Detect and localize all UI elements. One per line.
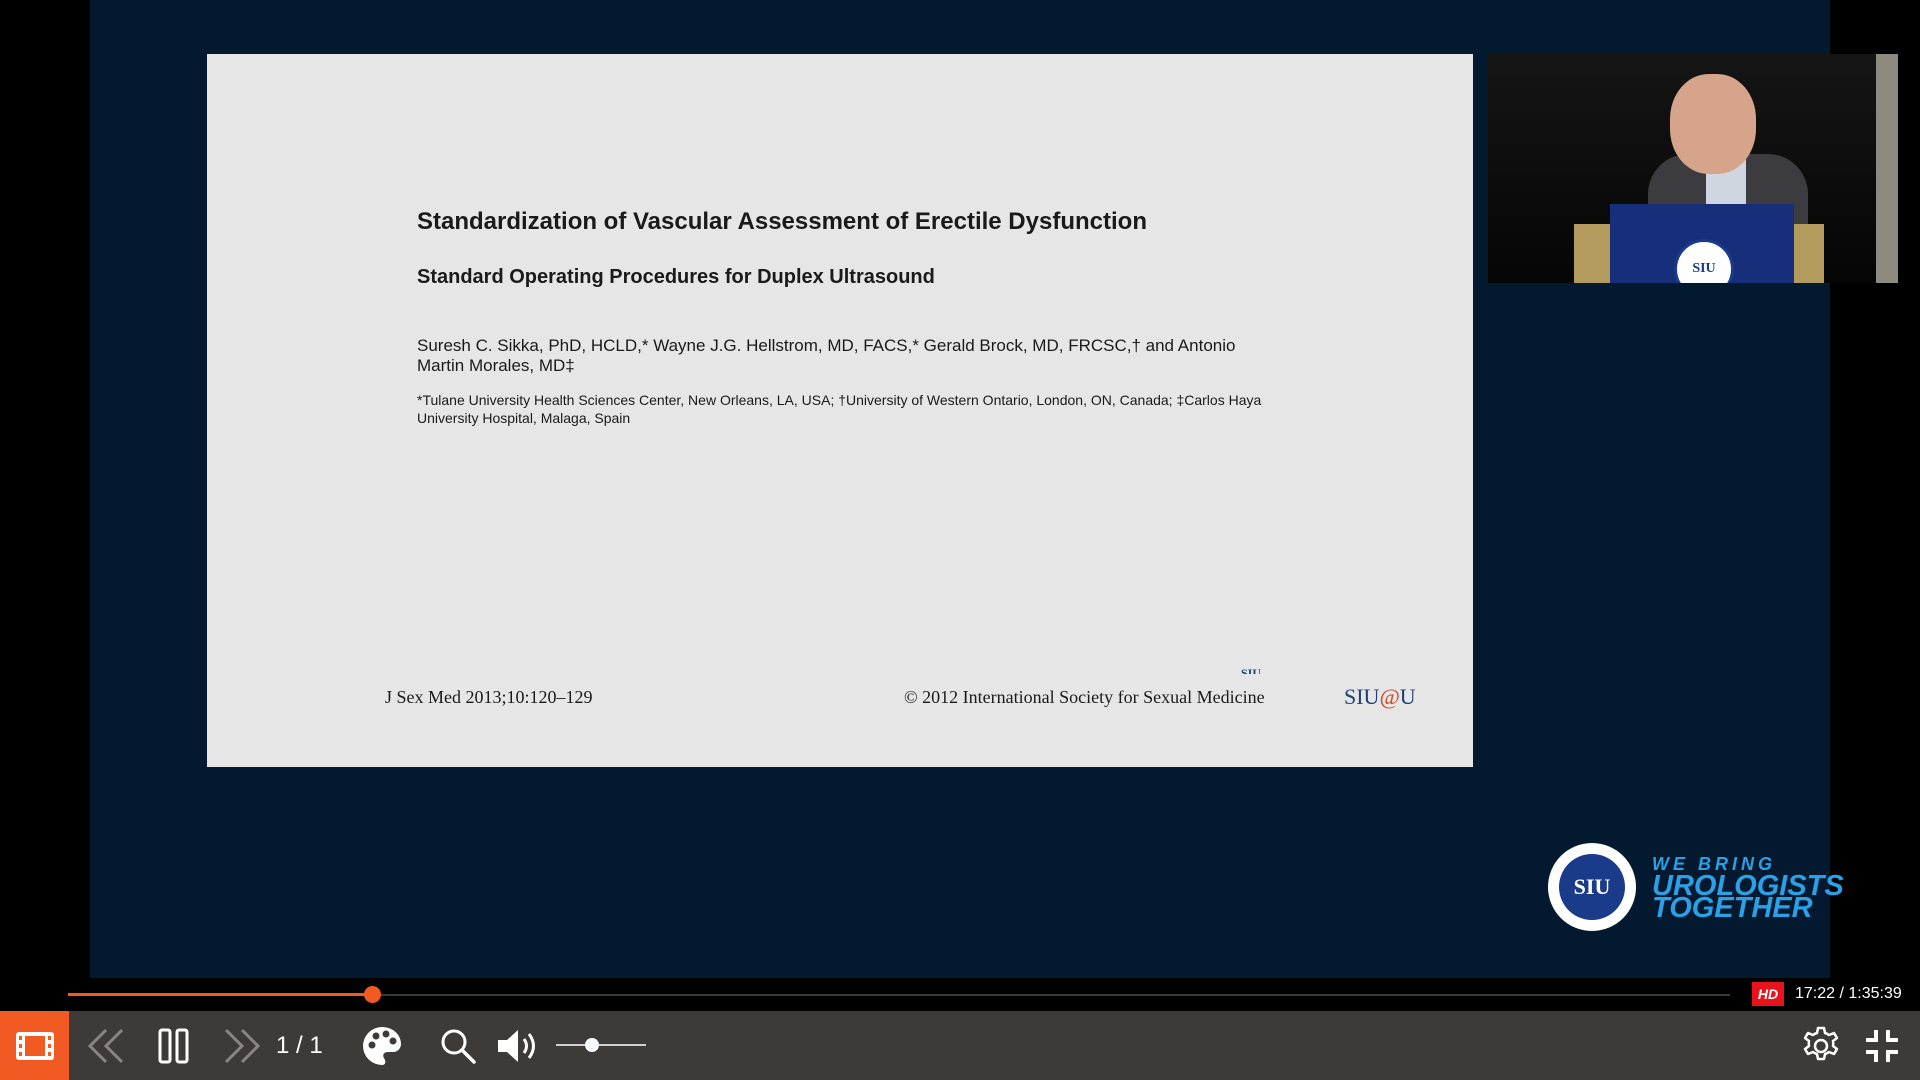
slide-title: Standardization of Vascular Assessment o… bbox=[417, 208, 1147, 235]
slide-journal-citation: J Sex Med 2013;10:120–129 bbox=[385, 687, 593, 707]
mute-button[interactable] bbox=[494, 1011, 542, 1080]
siu-seal-logo: SIU bbox=[1548, 843, 1636, 931]
pause-icon bbox=[158, 1028, 189, 1063]
forward-icon bbox=[224, 1028, 261, 1063]
settings-icon bbox=[1803, 1026, 1839, 1060]
slide-page-count: 1 / 1 bbox=[276, 1031, 323, 1059]
siu-branding: SIU WE BRING UROLOGISTS TOGETHER bbox=[1548, 843, 1848, 938]
stage-curtain bbox=[1876, 54, 1898, 283]
previous-slide-button[interactable] bbox=[82, 1011, 130, 1080]
slide-subtitle: Standard Operating Procedures for Duplex… bbox=[417, 266, 935, 288]
exit-fullscreen-icon bbox=[1866, 1029, 1898, 1062]
speaker-head bbox=[1670, 74, 1756, 174]
siu-at-u-logo: SIU@U bbox=[1344, 684, 1416, 709]
slide-copyright: © 2012 International Society for Sexual … bbox=[904, 687, 1265, 707]
palette-icon bbox=[363, 1026, 401, 1065]
exit-fullscreen-button[interactable] bbox=[1858, 1011, 1906, 1080]
video-stage[interactable]: Standardization of Vascular Assessment o… bbox=[90, 0, 1898, 978]
brand-tagline: WE BRING UROLOGISTS TOGETHER bbox=[1652, 854, 1844, 924]
slides-toggle-button[interactable] bbox=[0, 1011, 69, 1080]
speaker-video-inset: SIU bbox=[1488, 54, 1898, 283]
progress-played bbox=[68, 993, 372, 996]
pause-button[interactable] bbox=[150, 1011, 198, 1080]
theme-button[interactable] bbox=[358, 1011, 406, 1080]
progress-bar-area: HD 17:22 / 1:35:39 bbox=[0, 978, 1920, 1011]
search-button[interactable] bbox=[434, 1011, 482, 1080]
progress-handle[interactable] bbox=[363, 986, 381, 1003]
slide-siu-cropped-text: SIU bbox=[1241, 666, 1262, 674]
time-display: 17:22 / 1:35:39 bbox=[1795, 985, 1902, 1002]
next-slide-button[interactable] bbox=[218, 1011, 266, 1080]
volume-handle[interactable] bbox=[585, 1038, 599, 1052]
film-strip-icon bbox=[15, 1031, 54, 1060]
slide-affiliations: *Tulane University Health Sciences Cente… bbox=[417, 392, 1262, 426]
search-icon bbox=[441, 1029, 476, 1064]
settings-button[interactable] bbox=[1797, 1011, 1845, 1080]
volume-icon bbox=[498, 1029, 535, 1062]
rewind-icon bbox=[87, 1028, 124, 1063]
volume-slider[interactable] bbox=[556, 1038, 646, 1052]
control-bar: 1 / 1 bbox=[0, 1011, 1920, 1080]
presentation-slide: Standardization of Vascular Assessment o… bbox=[207, 54, 1473, 767]
slide-authors: Suresh C. Sikka, PhD, HCLD,* Wayne J.G. … bbox=[417, 336, 1236, 375]
hd-quality-badge[interactable]: HD bbox=[1752, 982, 1784, 1006]
